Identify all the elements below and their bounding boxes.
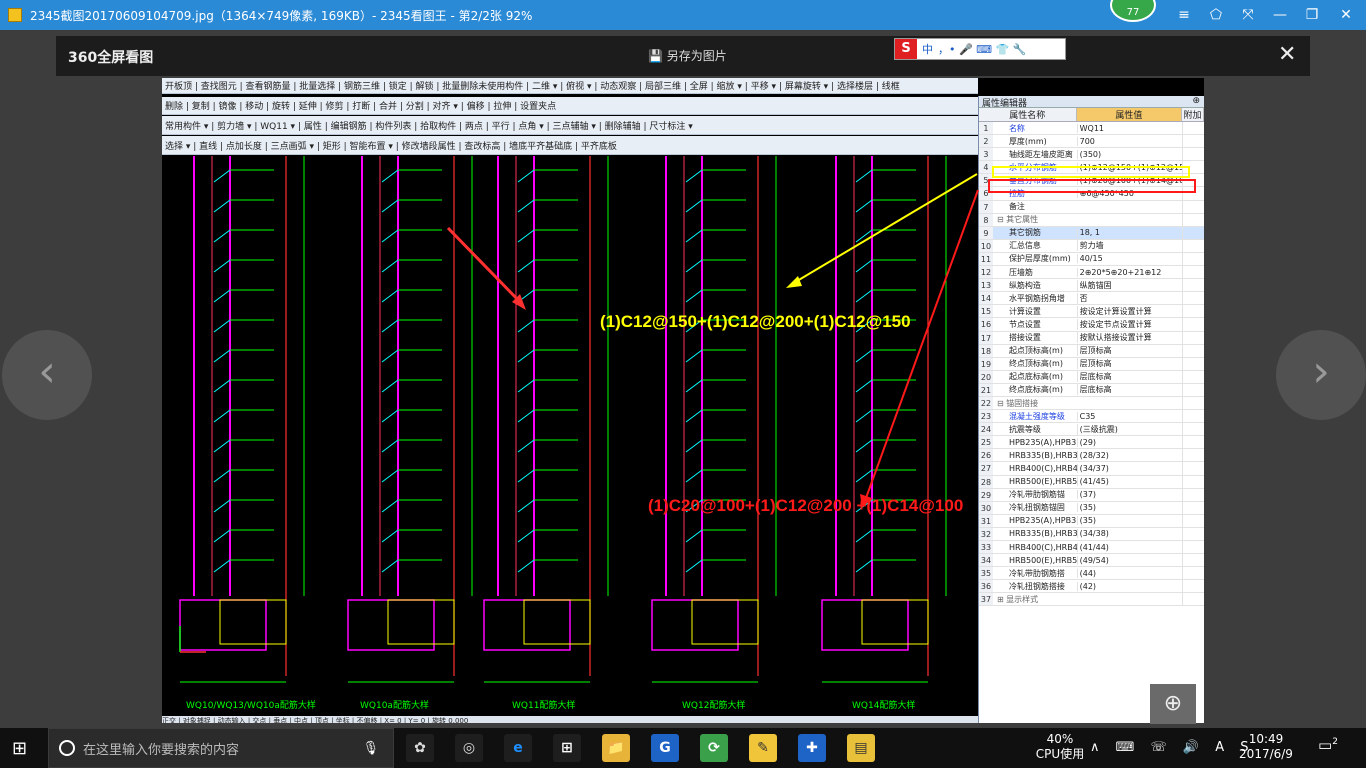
start-button[interactable]: ⊞ xyxy=(12,738,27,759)
sogou-logo-icon[interactable]: S xyxy=(895,39,917,59)
cpu-usage: 40% CPU使用 xyxy=(1030,732,1090,762)
taskbar-app-icon[interactable]: ✎ xyxy=(749,734,777,762)
taskbar-app-icon[interactable]: ✿ xyxy=(406,734,434,762)
viewer-toolbar: 360全屏看图 💾 另存为图片 ✕ xyxy=(56,36,1310,76)
taskbar-app-icon[interactable]: ⟳ xyxy=(700,734,728,762)
ime-extra-icons[interactable]: ，• 🎤 ⌨ 👕 🔧 xyxy=(938,41,1026,57)
taskbar-app-icon[interactable]: ◎ xyxy=(455,734,483,762)
taskbar-app-icon[interactable]: G xyxy=(651,734,679,762)
restore-button[interactable]: ❐ xyxy=(1296,0,1328,30)
save-as-label: 另存为图片 xyxy=(666,49,727,63)
cpu-label: CPU使用 xyxy=(1035,747,1085,761)
menu-icon[interactable]: ≡ xyxy=(1168,0,1200,30)
mic-icon[interactable]: 🎙 xyxy=(362,741,379,756)
app-icon xyxy=(8,8,22,22)
save-icon: 💾 xyxy=(648,49,667,63)
save-as-image-button[interactable]: 💾 另存为图片 xyxy=(648,47,727,64)
annotation-vertical-rebar: (1)C20@100+(1)C12@200 +(1)C14@100 xyxy=(648,496,964,515)
taskbar-app-icon[interactable]: e xyxy=(504,734,532,762)
next-image-button[interactable]: › xyxy=(1276,330,1366,420)
fullscreen-icon[interactable]: ⤧ xyxy=(1232,0,1264,30)
annotation-horizontal-rebar: (1)C12@150+(1)C12@200+(1)C12@150 xyxy=(600,312,911,331)
prev-image-button[interactable]: ‹ xyxy=(2,330,92,420)
search-placeholder: 在这里输入你要搜索的内容 xyxy=(83,742,240,758)
zoom-icon[interactable]: ⊕ xyxy=(1150,684,1196,724)
ime-toolbar: S 中 ，• 🎤 ⌨ 👕 🔧 xyxy=(894,38,1066,60)
close-window-button[interactable]: ✕ xyxy=(1330,0,1362,30)
system-tray[interactable]: ∧ ⌨ ☏ 🔊 A S xyxy=(1090,740,1255,755)
viewer-logo: 360全屏看图 xyxy=(68,50,154,66)
user-avatar-badge[interactable]: 77 xyxy=(1110,0,1156,22)
window-title: 2345截图20170609104709.jpg（1364×749像素, 169… xyxy=(30,8,533,23)
cpu-percent: 40% xyxy=(1046,732,1074,746)
close-viewer-button[interactable]: ✕ xyxy=(1278,42,1296,67)
ime-language-toggle[interactable]: 中 xyxy=(922,41,933,57)
taskbar: ⊞ 在这里输入你要搜索的内容 🎙 ✿ ◎ e ⊞ 📁 G ⟳ ✎ ✚ ▤ 40% CPU使用 ∧ … xyxy=(0,728,1366,768)
annotation-arrows xyxy=(786,173,979,508)
taskbar-app-icon[interactable]: ✚ xyxy=(798,734,826,762)
clock[interactable]: 10:49 2017/6/9 xyxy=(1238,732,1294,762)
taskbar-search[interactable]: 在这里输入你要搜索的内容 🎙 xyxy=(48,728,394,768)
clock-time: 10:49 xyxy=(1248,732,1284,746)
minimize-button[interactable]: — xyxy=(1264,0,1296,30)
window-titlebar: 2345截图20170609104709.jpg（1364×749像素, 169… xyxy=(0,0,1366,30)
notification-center-button[interactable]: ▭2 xyxy=(1318,736,1338,754)
notification-count: 2 xyxy=(1332,737,1338,747)
taskbar-app-icon[interactable]: ⊞ xyxy=(553,734,581,762)
screenshot-image: 开板顶 | 查找图元 | 查看钢筋量 | 批量选择 | 钢筋三维 | 锁定 | … xyxy=(162,78,1204,723)
taskbar-app-icon[interactable]: ▤ xyxy=(847,734,875,762)
clock-date: 2017/6/9 xyxy=(1239,747,1293,761)
skin-icon[interactable]: ⬠ xyxy=(1200,0,1232,30)
taskbar-app-icon[interactable]: 📁 xyxy=(602,734,630,762)
cortana-icon xyxy=(59,740,75,756)
